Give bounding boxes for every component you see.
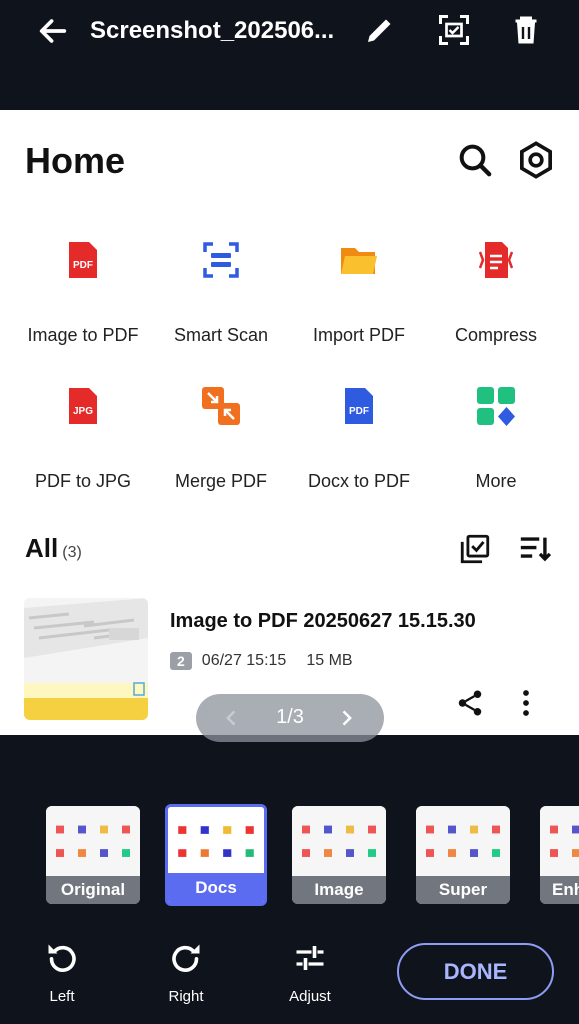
docx-file-icon: PDF xyxy=(345,388,373,424)
done-button[interactable]: DONE xyxy=(397,943,554,1000)
document-title[interactable]: Screenshot_202506... xyxy=(90,14,340,48)
rotate-left-icon xyxy=(48,944,76,972)
sliders-icon xyxy=(296,946,324,970)
search-icon xyxy=(459,144,492,177)
page-indicator: 1/3 xyxy=(196,694,384,742)
jpg-file-icon: JPG xyxy=(69,388,97,424)
filter-preview-image xyxy=(292,806,386,875)
sort-icon xyxy=(520,537,552,562)
adjust-label: Adjust xyxy=(289,988,331,1005)
tool-label: Compress xyxy=(454,325,538,345)
compress-icon xyxy=(478,242,514,278)
file-thumbnail xyxy=(24,598,148,720)
all-label: All xyxy=(25,533,59,563)
filter-preview-image xyxy=(416,806,510,875)
tool-label: PDF to JPG xyxy=(34,471,132,491)
filter-enhance[interactable]: Enh xyxy=(540,806,579,904)
rotate-right-icon xyxy=(172,944,200,972)
chevron-right-icon[interactable] xyxy=(336,708,356,728)
rotate-right-label: Right xyxy=(168,988,204,1005)
filter-image[interactable]: Image xyxy=(292,806,386,904)
svg-text:JPG: JPG xyxy=(73,406,93,417)
filter-super[interactable]: Super xyxy=(416,806,510,904)
filter-docs[interactable]: Docs xyxy=(165,804,267,906)
tool-compress: Compress xyxy=(426,240,566,346)
page-count-badge: 2 xyxy=(170,652,192,670)
filter-label: Super xyxy=(416,876,510,904)
filter-preview-image xyxy=(168,807,264,875)
tool-label: Import PDF xyxy=(312,325,405,345)
tool-label: Image to PDF xyxy=(27,325,139,345)
filter-preview-image xyxy=(46,806,140,875)
rotate-left-button[interactable]: Left xyxy=(22,940,102,1005)
page-title: Home xyxy=(25,140,126,181)
tool-label: Merge PDF xyxy=(174,471,268,491)
rotate-left-label: Left xyxy=(49,988,75,1005)
top-bar: Screenshot_202506... xyxy=(0,0,579,110)
merge-icon xyxy=(202,387,240,425)
tool-docx-to-pdf: PDF Docx to PDF xyxy=(289,386,429,492)
tool-merge-pdf: Merge PDF xyxy=(151,386,291,492)
all-files-heading: All (3) xyxy=(25,533,82,564)
document-page: Home PDF Image to PDF Smart Scan Import … xyxy=(0,110,579,735)
pdf-file-icon: PDF xyxy=(69,242,97,278)
filter-label: Enh xyxy=(540,876,579,904)
svg-text:PDF: PDF xyxy=(73,260,93,271)
tool-label: More xyxy=(475,471,517,491)
grid-more-icon xyxy=(477,387,515,426)
rotate-right-button[interactable]: Right xyxy=(146,940,226,1005)
filter-label: Docs xyxy=(168,873,264,903)
tool-label: Docx to PDF xyxy=(307,471,411,491)
filter-label: Original xyxy=(46,876,140,904)
filter-label: Image xyxy=(292,876,386,904)
folder-icon xyxy=(341,248,377,274)
pencil-icon[interactable] xyxy=(362,12,398,48)
filter-preview-image xyxy=(540,806,579,875)
crop-scan-icon[interactable] xyxy=(436,12,472,48)
trash-icon[interactable] xyxy=(508,12,544,48)
multi-select-icon xyxy=(460,534,490,564)
tool-smart-scan: Smart Scan xyxy=(151,240,291,346)
file-date: 06/27 15:15 xyxy=(201,652,287,669)
settings-icon xyxy=(520,141,552,179)
filter-strip: Original Docs Image Super Enh xyxy=(0,800,579,910)
adjust-button[interactable]: Adjust xyxy=(270,940,350,1005)
file-name: Image to PDF 20250627 15.15.30 xyxy=(170,610,476,632)
tool-more: More xyxy=(426,386,566,492)
more-options-icon xyxy=(523,690,529,716)
back-arrow-icon[interactable] xyxy=(36,14,70,48)
file-meta: 2 06/27 15:15 15 MB xyxy=(170,652,353,670)
tool-pdf-to-jpg: JPG PDF to JPG xyxy=(13,386,153,492)
scan-icon xyxy=(203,242,239,278)
tool-image-to-pdf: PDF Image to PDF xyxy=(13,240,153,346)
filter-original[interactable]: Original xyxy=(46,806,140,904)
svg-text:PDF: PDF xyxy=(349,406,369,417)
tool-import-pdf: Import PDF xyxy=(289,240,429,346)
tool-label: Smart Scan xyxy=(173,325,269,345)
file-size: 15 MB xyxy=(306,652,353,669)
all-count: (3) xyxy=(62,544,82,561)
share-icon xyxy=(458,690,482,716)
